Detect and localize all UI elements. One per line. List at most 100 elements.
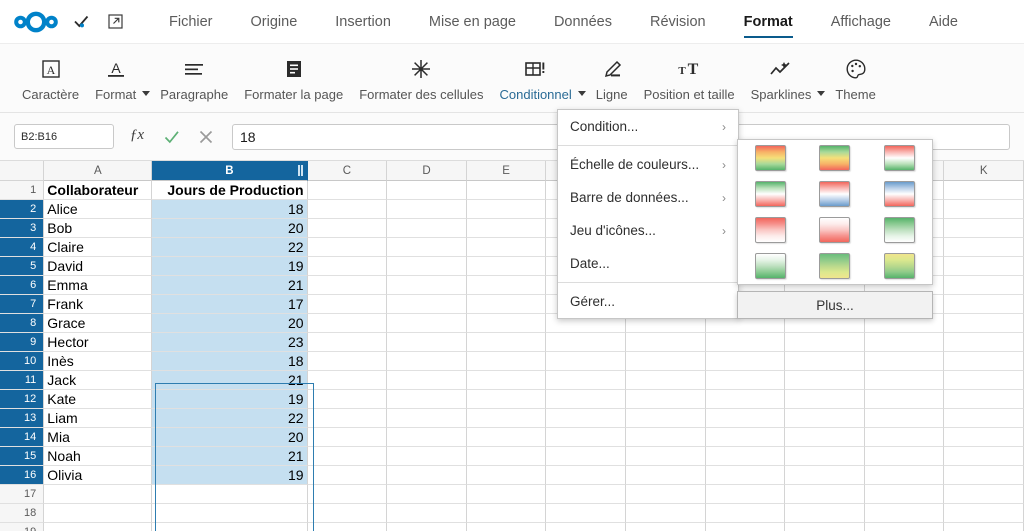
cell-d9[interactable]	[387, 333, 467, 352]
cell-d19[interactable]	[387, 523, 467, 531]
nextcloud-logo-icon[interactable]	[14, 10, 60, 34]
cell-b9[interactable]: 23	[152, 333, 308, 352]
cell-c4[interactable]	[307, 238, 388, 257]
cell-a7[interactable]: Frank	[44, 295, 153, 314]
cell-b12[interactable]: 19	[152, 390, 308, 409]
cell-c6[interactable]	[307, 276, 388, 295]
column-header-c[interactable]: C	[307, 161, 388, 181]
cell-b4[interactable]: 22	[152, 238, 308, 257]
cell-e10[interactable]	[466, 352, 547, 371]
cell-e3[interactable]	[466, 219, 547, 238]
row-header-7[interactable]: 7	[0, 295, 45, 314]
row-header-3[interactable]: 3	[0, 219, 45, 238]
cell-b2[interactable]: 18	[152, 200, 308, 219]
cell-d7[interactable]	[387, 295, 467, 314]
row-header-8[interactable]: 8	[0, 314, 45, 333]
menu-item-condition[interactable]: Condition... ›	[558, 110, 738, 143]
cell-e6[interactable]	[466, 276, 547, 295]
color-scale-swatch-blue-white-red[interactable]	[884, 181, 916, 207]
cell-a18[interactable]	[44, 504, 153, 523]
check-icon[interactable]	[68, 10, 94, 34]
cell-d8[interactable]	[387, 314, 467, 333]
cell-g9[interactable]	[625, 333, 706, 352]
cell-d14[interactable]	[387, 428, 467, 447]
menu-item-gerer[interactable]: Gérer...	[558, 285, 738, 318]
cell-b15[interactable]: 21	[152, 447, 308, 466]
color-scale-swatch-yellow-green[interactable]	[884, 253, 916, 279]
row-header-19[interactable]: 19	[0, 523, 45, 531]
cell-j11[interactable]	[864, 371, 945, 390]
cell-b5[interactable]: 19	[152, 257, 308, 276]
cell-e15[interactable]	[466, 447, 547, 466]
select-all-corner[interactable]	[0, 161, 45, 181]
cell-e9[interactable]	[466, 333, 547, 352]
cell-c16[interactable]	[307, 466, 388, 485]
cell-d2[interactable]	[387, 200, 467, 219]
cell-b7[interactable]: 17	[152, 295, 308, 314]
cell-h9[interactable]	[705, 333, 786, 352]
cell-k9[interactable]	[944, 333, 1024, 352]
cell-f13[interactable]	[546, 409, 626, 428]
row-header-4[interactable]: 4	[0, 238, 45, 257]
row-header-10[interactable]: 10	[0, 352, 45, 371]
cell-h10[interactable]	[705, 352, 786, 371]
ribbon-position-et-taille[interactable]: TT Position et taille	[636, 50, 743, 104]
cell-a5[interactable]: David	[44, 257, 153, 276]
cell-f12[interactable]	[546, 390, 626, 409]
row-header-9[interactable]: 9	[0, 333, 45, 352]
column-header-d[interactable]: D	[387, 161, 467, 181]
cell-a11[interactable]: Jack	[44, 371, 153, 390]
row-header-18[interactable]: 18	[0, 504, 45, 523]
cell-h19[interactable]	[706, 523, 786, 531]
cell-i17[interactable]	[785, 485, 865, 504]
cell-a15[interactable]: Noah	[44, 447, 153, 466]
cell-h15[interactable]	[705, 447, 786, 466]
row-header-5[interactable]: 5	[0, 257, 45, 276]
column-header-e[interactable]: E	[466, 161, 547, 181]
cell-i19[interactable]	[785, 523, 865, 531]
cell-b14[interactable]: 20	[152, 428, 308, 447]
function-wizard-icon[interactable]: ƒx	[128, 124, 148, 150]
cell-k1[interactable]	[944, 181, 1024, 200]
cell-b16[interactable]: 19	[152, 466, 308, 485]
ribbon-caractere[interactable]: A Caractère	[14, 50, 87, 104]
column-resize-handle[interactable]	[297, 165, 303, 176]
cell-c12[interactable]	[307, 390, 388, 409]
menu-item-aide[interactable]: Aide	[929, 10, 958, 34]
cell-f15[interactable]	[546, 447, 626, 466]
row-header-14[interactable]: 14	[0, 428, 45, 447]
row-header-2[interactable]: 2	[0, 200, 45, 219]
cell-d17[interactable]	[387, 485, 467, 504]
cell-g13[interactable]	[625, 409, 706, 428]
cell-a16[interactable]: Olivia	[44, 466, 153, 485]
menu-item-affichage[interactable]: Affichage	[831, 10, 891, 34]
color-scale-swatch-white-green[interactable]	[754, 253, 786, 279]
cell-a9[interactable]: Hector	[44, 333, 153, 352]
cell-e16[interactable]	[466, 466, 547, 485]
cell-k5[interactable]	[944, 257, 1024, 276]
cell-e5[interactable]	[466, 257, 547, 276]
column-header-a[interactable]: A	[44, 161, 153, 181]
cell-h14[interactable]	[705, 428, 786, 447]
menu-item-origine[interactable]: Origine	[251, 10, 298, 34]
row-header-12[interactable]: 12	[0, 390, 45, 409]
cell-k13[interactable]	[944, 409, 1024, 428]
cell-a10[interactable]: Inès	[44, 352, 153, 371]
cell-j12[interactable]	[864, 390, 945, 409]
cell-a8[interactable]: Grace	[44, 314, 153, 333]
color-scale-swatch-white-red[interactable]	[819, 217, 851, 243]
cell-i13[interactable]	[785, 409, 865, 428]
cell-d11[interactable]	[387, 371, 467, 390]
cell-d15[interactable]	[387, 447, 467, 466]
cell-d16[interactable]	[387, 466, 467, 485]
column-header-b[interactable]: B	[152, 161, 308, 181]
cell-k8[interactable]	[944, 314, 1024, 333]
cell-h11[interactable]	[705, 371, 786, 390]
name-box-input[interactable]: B2:B16	[14, 124, 114, 149]
cell-k4[interactable]	[944, 238, 1024, 257]
cell-f9[interactable]	[546, 333, 626, 352]
row-header-13[interactable]: 13	[0, 409, 45, 428]
cell-i14[interactable]	[785, 428, 865, 447]
cell-e8[interactable]	[466, 314, 547, 333]
cell-a3[interactable]: Bob	[44, 219, 153, 238]
